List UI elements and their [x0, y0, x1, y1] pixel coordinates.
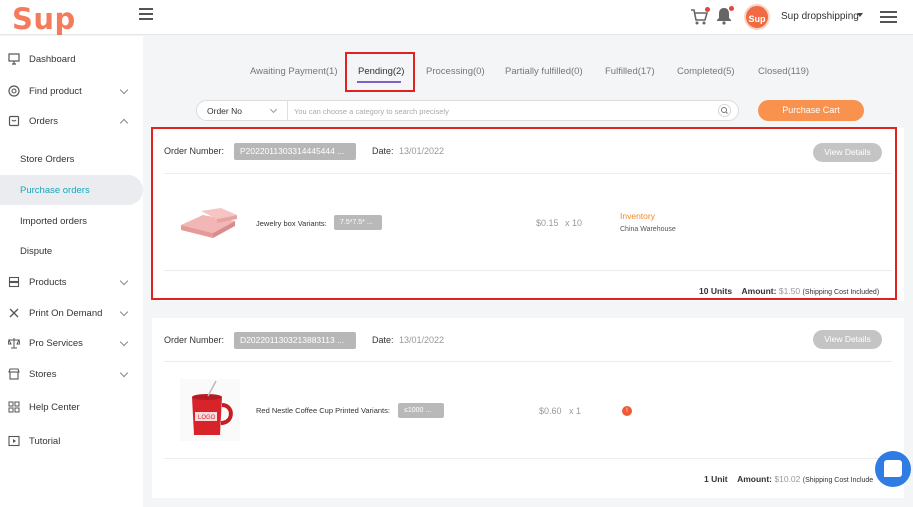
sidebar-item-label: Help Center	[29, 402, 80, 413]
sidebar-item-label: Dashboard	[29, 54, 76, 65]
order-summary: 1 Unit Amount: $10.02 (Shipping Cost Inc…	[704, 474, 874, 484]
sidebar-item-find-product[interactable]: Find product	[0, 76, 143, 106]
sidebar-item-tutorial[interactable]: Tutorial	[0, 426, 143, 456]
scale-icon	[8, 338, 20, 349]
sidebar-item-purchase-orders[interactable]: Purchase orders	[0, 175, 143, 205]
view-details-button[interactable]: View Details	[813, 330, 882, 349]
cart-badge	[705, 7, 710, 12]
monitor-icon	[8, 53, 20, 65]
divider	[164, 361, 892, 362]
divider	[287, 101, 288, 120]
grid-icon	[8, 401, 20, 413]
play-icon	[8, 435, 20, 447]
logo[interactable]: Sup	[12, 2, 76, 36]
chevron-down-icon[interactable]	[857, 13, 863, 17]
chevron-down-icon	[119, 307, 129, 317]
avatar[interactable]: Sup	[744, 4, 770, 30]
notification-badge	[729, 6, 734, 11]
date-label: Date:	[372, 335, 394, 345]
sidebar-item-label: Store Orders	[20, 154, 75, 165]
tools-icon	[9, 308, 19, 318]
sidebar-item-label: Products	[29, 277, 67, 288]
order-number: D2022011303213883113 ...	[234, 332, 356, 349]
sidebar-item-print-on-demand[interactable]: Print On Demand	[0, 298, 143, 328]
sidebar-item-label: Find product	[29, 86, 82, 97]
chevron-down-icon	[119, 337, 129, 347]
divider	[164, 458, 892, 459]
sidebar-item-orders[interactable]: Orders	[0, 106, 143, 136]
store-name[interactable]: Sup dropshipping	[781, 11, 859, 22]
sidebar-item-pro-services[interactable]: Pro Services	[0, 328, 143, 358]
chevron-down-icon	[119, 368, 129, 378]
sidebar-item-stores[interactable]: Stores	[0, 359, 143, 389]
sidebar-item-dispute[interactable]: Dispute	[0, 236, 143, 266]
sidebar-item-label: Stores	[29, 369, 57, 380]
quantity: x 1	[569, 406, 582, 416]
chevron-down-icon	[119, 276, 129, 286]
tab-fulfilled[interactable]: Fulfilled(17)	[605, 66, 655, 77]
search-input[interactable]: You can choose a category to search prec…	[294, 107, 449, 116]
top-header: Sup Sup Sup dropshipping	[0, 0, 913, 36]
chevron-up-icon	[119, 118, 129, 128]
tab-partially-fulfilled[interactable]: Partially fulfilled(0)	[505, 66, 583, 77]
chat-icon[interactable]	[875, 451, 911, 487]
tab-closed[interactable]: Closed(119)	[758, 66, 809, 77]
sidebar-item-label: Purchase orders	[20, 185, 90, 196]
sidebar-item-store-orders[interactable]: Store Orders	[0, 144, 143, 174]
orders-icon	[8, 115, 20, 127]
store-icon	[8, 368, 20, 380]
search-icon[interactable]	[718, 104, 731, 117]
order-date: 13/01/2022	[399, 335, 445, 345]
collapse-sidebar-icon[interactable]	[139, 8, 153, 20]
highlight-box	[151, 127, 897, 300]
unit-price: $0.60	[539, 406, 562, 416]
product-image[interactable]: LOGO	[180, 379, 240, 441]
highlight-box	[345, 52, 415, 92]
sidebar-item-label: Imported orders	[20, 216, 88, 227]
sidebar-item-label: Dispute	[20, 246, 53, 257]
chevron-down-icon	[119, 85, 129, 95]
purchase-cart-button[interactable]: Purchase Cart	[758, 100, 864, 121]
svg-text:LOGO: LOGO	[198, 415, 216, 421]
sidebar-item-label: Pro Services	[29, 338, 83, 349]
sidebar-item-help-center[interactable]: Help Center	[0, 392, 143, 422]
tab-completed[interactable]: Completed(5)	[677, 66, 735, 77]
sidebar-item-dashboard[interactable]: Dashboard	[0, 44, 143, 74]
menu-icon[interactable]	[880, 11, 897, 23]
sidebar-item-label: Print On Demand	[29, 308, 103, 319]
sidebar-item-imported-orders[interactable]: Imported orders	[0, 206, 143, 236]
search-bar: Order No You can choose a category to se…	[196, 100, 739, 121]
sidebar: Dashboard Find product Orders Store Orde…	[0, 36, 143, 507]
tab-processing[interactable]: Processing(0)	[426, 66, 485, 77]
sidebar-item-label: Orders	[29, 116, 59, 127]
chevron-down-icon[interactable]	[269, 105, 278, 114]
sidebar-item-label: Tutorial	[29, 436, 61, 447]
order-number-label: Order Number:	[164, 335, 225, 345]
search-category-select[interactable]: Order No	[207, 106, 242, 116]
variant-value: ≤1000 ...	[398, 403, 444, 418]
order-card: Order Number: D2022011303213883113 ... D…	[152, 318, 904, 498]
tab-awaiting-payment[interactable]: Awaiting Payment(1)	[250, 66, 337, 77]
search-circle-icon	[8, 85, 20, 97]
products-icon	[8, 276, 20, 288]
product-name: Red Nestle Coffee Cup Printed Variants:	[256, 406, 390, 415]
sidebar-item-products[interactable]: Products	[0, 267, 143, 297]
warning-icon[interactable]: !	[622, 406, 632, 416]
